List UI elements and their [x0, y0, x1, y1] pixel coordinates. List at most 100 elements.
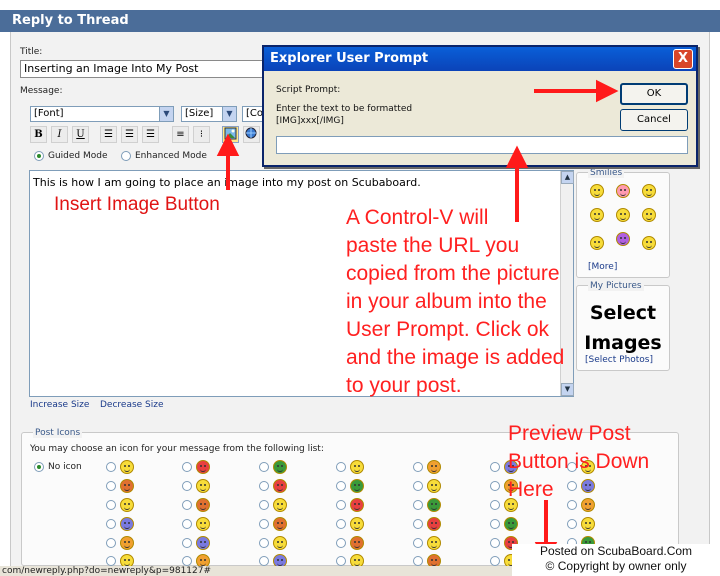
- preview-line: Here: [508, 478, 554, 501]
- post-icon-radio[interactable]: [490, 556, 500, 566]
- post-icon-radio[interactable]: [259, 481, 269, 491]
- close-icon[interactable]: X: [673, 49, 693, 69]
- insert-image-annotation: Insert Image Button: [54, 194, 220, 215]
- increase-size-link[interactable]: Increase Size: [30, 400, 89, 410]
- ok-button[interactable]: OK: [620, 83, 688, 105]
- post-icon-radio[interactable]: [567, 519, 577, 529]
- post-icon-radio[interactable]: [106, 500, 116, 510]
- post-icon-radio[interactable]: [259, 519, 269, 529]
- post-icon: [196, 460, 210, 474]
- globe-link-icon: [245, 127, 257, 139]
- enhanced-mode-radio[interactable]: [121, 151, 131, 161]
- post-icon-radio[interactable]: [413, 556, 423, 566]
- post-icon-radio[interactable]: [413, 500, 423, 510]
- underline-button[interactable]: U: [72, 126, 89, 143]
- color-select-value: [Co: [246, 108, 264, 119]
- explorer-user-prompt-dialog: Explorer User Prompt X Script Prompt: En…: [262, 45, 698, 167]
- bullet-list-button[interactable]: ⁝: [193, 126, 210, 143]
- post-icon-radio[interactable]: [336, 556, 346, 566]
- scroll-up-icon[interactable]: ▲: [561, 171, 574, 184]
- post-icon-radio[interactable]: [490, 462, 500, 472]
- size-select[interactable]: [Size] ▼: [181, 106, 237, 122]
- post-icon-radio[interactable]: [336, 519, 346, 529]
- insert-link-button[interactable]: [243, 126, 260, 143]
- post-icon-radio[interactable]: [182, 462, 192, 472]
- align-left-button[interactable]: ☰: [100, 126, 117, 143]
- post-icon-radio[interactable]: [259, 556, 269, 566]
- post-icon-radio[interactable]: [336, 462, 346, 472]
- post-icon-radio[interactable]: [413, 519, 423, 529]
- dialog-title: Explorer User Prompt: [264, 47, 696, 71]
- control-v-line: A Control-V will: [346, 206, 489, 229]
- align-center-icon: ☰: [125, 129, 134, 140]
- preview-line: Preview Post: [508, 422, 631, 445]
- smiley-icon[interactable]: [642, 184, 656, 198]
- reply-header: Reply to Thread: [0, 10, 720, 32]
- post-icon-radio[interactable]: [490, 519, 500, 529]
- post-icon-radio[interactable]: [413, 481, 423, 491]
- align-center-button[interactable]: ☰: [121, 126, 138, 143]
- post-icon: [120, 498, 134, 512]
- post-icon-radio[interactable]: [259, 462, 269, 472]
- post-icon: [273, 460, 287, 474]
- post-icon: [120, 479, 134, 493]
- message-label: Message:: [20, 86, 63, 96]
- cancel-button[interactable]: Cancel: [620, 109, 688, 131]
- post-icon-radio[interactable]: [336, 481, 346, 491]
- smiley-icon[interactable]: [642, 208, 656, 222]
- smiley-icon[interactable]: [590, 184, 604, 198]
- post-icon-radio[interactable]: [490, 538, 500, 548]
- italic-button[interactable]: I: [51, 126, 68, 143]
- font-select[interactable]: [Font] ▼: [30, 106, 174, 122]
- no-icon-radio[interactable]: [34, 462, 44, 472]
- guided-mode-radio[interactable]: [34, 151, 44, 161]
- party-smiley-icon[interactable]: [616, 232, 630, 246]
- post-icon-radio[interactable]: [413, 538, 423, 548]
- control-v-line: paste the URL you: [346, 234, 520, 257]
- post-icon: [427, 460, 441, 474]
- post-icon-radio[interactable]: [182, 500, 192, 510]
- post-icon: [350, 460, 364, 474]
- post-icon-radio[interactable]: [259, 500, 269, 510]
- decrease-size-link[interactable]: Decrease Size: [100, 400, 164, 410]
- color-select[interactable]: [Co: [242, 106, 264, 122]
- post-icon-radio[interactable]: [259, 538, 269, 548]
- control-v-line: User Prompt. Click ok: [346, 318, 550, 341]
- post-icon-radio[interactable]: [182, 519, 192, 529]
- post-icon-radio[interactable]: [106, 462, 116, 472]
- numbered-list-button[interactable]: ≡: [172, 126, 189, 143]
- post-icon-radio[interactable]: [413, 462, 423, 472]
- no-icon-label: No icon: [48, 462, 82, 472]
- post-icon-radio[interactable]: [182, 556, 192, 566]
- select-images-button[interactable]: Select Images: [578, 298, 668, 358]
- post-icon-radio[interactable]: [336, 538, 346, 548]
- post-icon-radio[interactable]: [106, 538, 116, 548]
- align-right-button[interactable]: ☰: [142, 126, 159, 143]
- smiley-icon[interactable]: [642, 236, 656, 250]
- smiley-icon[interactable]: [590, 208, 604, 222]
- post-icon-radio[interactable]: [182, 481, 192, 491]
- post-icon-radio[interactable]: [336, 500, 346, 510]
- post-icon-radio[interactable]: [490, 481, 500, 491]
- post-icons-instructions: You may choose an icon for your message …: [30, 444, 324, 454]
- bold-button[interactable]: B: [30, 126, 47, 143]
- post-icon: [273, 498, 287, 512]
- insert-image-button[interactable]: [222, 126, 239, 143]
- image-icon: [224, 127, 237, 140]
- post-icon-radio[interactable]: [490, 500, 500, 510]
- smiley-icon[interactable]: [590, 236, 604, 250]
- prompt-input[interactable]: [276, 136, 688, 154]
- copyright-watermark: Posted on ScubaBoard.Com © Copyright by …: [512, 544, 720, 576]
- smiley-icon[interactable]: [616, 208, 630, 222]
- post-icon-radio[interactable]: [106, 556, 116, 566]
- post-icon: [350, 498, 364, 512]
- post-icon-radio[interactable]: [182, 538, 192, 548]
- select-photos-link[interactable]: [Select Photos]: [585, 355, 653, 365]
- post-icon-radio[interactable]: [106, 519, 116, 529]
- more-smilies-link[interactable]: [More]: [588, 262, 617, 272]
- numbered-list-icon: ≡: [176, 129, 185, 140]
- title-input[interactable]: Inserting an Image Into My Post: [20, 60, 270, 78]
- post-icon-radio[interactable]: [106, 481, 116, 491]
- smiley-icon[interactable]: [616, 184, 630, 198]
- post-icon: [196, 479, 210, 493]
